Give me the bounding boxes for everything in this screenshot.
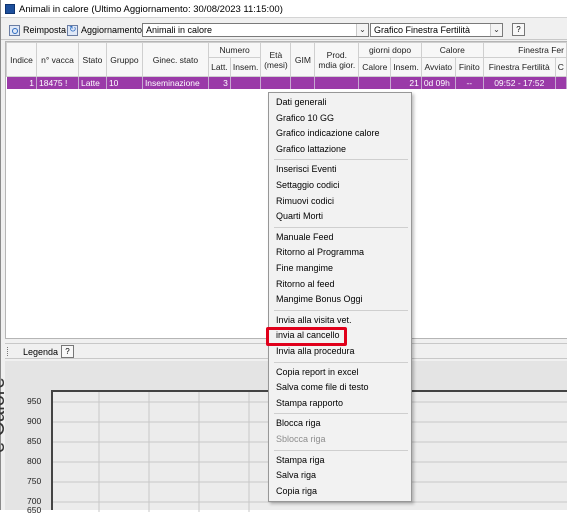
col-group-numero: Numero (207, 42, 262, 58)
toolbar: Reimposta Aggiornamento Animali in calor… (1, 20, 567, 40)
col-group-finestra: Finestra Fer (482, 42, 567, 58)
col-gruppo[interactable]: Gruppo (105, 42, 143, 77)
chart-select[interactable]: Grafico Finestra Fertilità ⌄ (370, 23, 503, 37)
col-insem[interactable]: Insem. (229, 56, 262, 78)
menu-separator (274, 226, 408, 228)
table-row[interactable]: 1 18475 ! Latte 10 Inseminazione 3 21 0d… (6, 76, 567, 89)
cell-eta (260, 76, 292, 89)
cell-insem (230, 76, 262, 89)
cell-latt: 3 (208, 76, 231, 89)
chart-select-value: Grafico Finestra Fertilità (374, 25, 471, 35)
cell-extra (555, 76, 567, 89)
menu-item-fine-mangime[interactable]: Fine mangime (269, 261, 411, 276)
cell-indice: 1 (6, 76, 37, 89)
col-calore[interactable]: Calore (358, 56, 392, 78)
cell-insem2: 21 (390, 76, 422, 89)
menu-item-settaggio-codici[interactable]: Settaggio codici (269, 178, 411, 193)
cell-gruppo: 10 (106, 76, 143, 89)
col-vacca[interactable]: n° vacca (35, 42, 79, 77)
cell-stato: Latte (78, 76, 107, 89)
col-prod[interactable]: Prod. mdia gior. (314, 42, 360, 77)
legend-label: Legenda (23, 347, 59, 357)
cell-vacca: 18475 ! (36, 76, 79, 89)
menu-item-salva-riga[interactable]: Salva riga (269, 468, 411, 483)
highlight-box (266, 327, 347, 346)
col-eta[interactable]: Età (mesi) (260, 42, 292, 77)
view-select-value: Animali in calore (146, 25, 213, 35)
menu-item-sblocca-riga: Sblocca riga (276, 434, 326, 444)
menu-item-grafico-10-gg[interactable]: Grafico 10 GG (269, 111, 411, 126)
col-finestra[interactable]: Finestra Fertilità (482, 56, 556, 78)
menu-item-grafico-lattazione[interactable]: Grafico lattazione (269, 142, 411, 157)
col-group-calore: Calore (420, 42, 484, 58)
menu-item-ritorno-al-programma[interactable]: Ritorno al Programma (269, 245, 411, 260)
menu-item-quarti-morti[interactable]: Quarti Morti (269, 209, 411, 224)
col-group-giorni-dopo: giorni dopo (358, 42, 422, 58)
app-icon (5, 4, 15, 14)
col-gim[interactable]: GIM (290, 42, 316, 77)
drag-handle-icon[interactable] (7, 347, 10, 356)
col-extra[interactable]: C (554, 56, 567, 78)
y-tick-label: 800 (27, 456, 42, 466)
menu-separator (274, 159, 408, 161)
y-tick-label: 850 (27, 436, 42, 446)
help-button[interactable]: ? (512, 23, 525, 36)
menu-separator (274, 361, 408, 363)
menu-item-manuale-feed[interactable]: Manuale Feed (269, 230, 411, 245)
menu-separator (274, 309, 408, 311)
context-menu: Dati generali Grafico 10 GG Grafico indica… (268, 92, 412, 502)
view-select[interactable]: Animali in calore ⌄ (142, 23, 369, 37)
menu-item-stampa-rapporto[interactable]: Stampa rapporto (269, 396, 411, 411)
reset-icon (9, 24, 20, 36)
animals-table: Indice n° vacca Stato Gruppo Ginec. stat… (6, 42, 567, 89)
y-tick-label: 750 (27, 476, 42, 486)
refresh-icon (67, 24, 78, 36)
cell-finito: -- (455, 76, 484, 89)
menu-item-salva-come-file-di-testo[interactable]: Salva come file di testo (269, 380, 411, 395)
reset-button[interactable]: Reimposta (9, 23, 66, 37)
menu-item-grafico-indicazione-calore[interactable]: Grafico indicazione calore (269, 126, 411, 141)
col-avviato[interactable]: Avviato (420, 56, 456, 78)
cell-finestra: 09:52 - 17:52 (483, 76, 556, 89)
col-latt[interactable]: Latt. (207, 56, 231, 78)
menu-item-stampa-riga[interactable]: Stampa riga (269, 453, 411, 468)
y-tick-label: 650 (27, 505, 42, 515)
menu-item-dati-generali[interactable]: Dati generali (269, 95, 411, 110)
title-bar: Animali in calore (Ultimo Aggiornamento:… (1, 0, 567, 18)
cell-prod (314, 76, 360, 89)
cell-gim (290, 76, 316, 89)
refresh-label: Aggiornamento (81, 25, 143, 35)
menu-separator (274, 413, 408, 415)
menu-item-rimuovi-codici[interactable]: Rimuovi codici (269, 194, 411, 209)
col-insem2[interactable]: Insem. (390, 56, 422, 78)
cell-avviato: 0d 09h (421, 76, 456, 89)
y-tick-label: 900 (27, 416, 42, 426)
menu-item-ritorno-al-feed[interactable]: Ritorno al feed (269, 277, 411, 292)
cell-calore (358, 76, 392, 89)
window-title: Animali in calore (Ultimo Aggiornamento:… (19, 4, 283, 15)
col-finito[interactable]: Finito (454, 56, 484, 78)
menu-item-invia-alla-procedura[interactable]: Invia alla procedura (269, 344, 411, 359)
chevron-down-icon: ⌄ (356, 24, 368, 36)
app-window: Animali in calore (Ultimo Aggiornamento:… (0, 0, 567, 515)
chevron-down-icon: ⌄ (490, 24, 502, 36)
menu-separator (274, 449, 408, 451)
col-ginec[interactable]: Ginec. stato (141, 42, 209, 77)
cell-ginec: Inseminazione (142, 76, 209, 89)
menu-item-blocca-riga[interactable]: Blocca riga (269, 416, 411, 431)
legend-help-button[interactable]: ? (61, 345, 74, 358)
menu-item-copia-report-in-excel[interactable]: Copia report in excel (269, 365, 411, 380)
col-indice[interactable]: Indice (6, 42, 37, 77)
y-tick-label: 950 (27, 396, 42, 406)
chart-y-axis-label: e Calore (0, 377, 9, 453)
col-stato[interactable]: Stato (77, 42, 107, 77)
refresh-button[interactable]: Aggiornamento (67, 23, 142, 37)
reset-label: Reimposta (23, 25, 67, 35)
menu-item-copia-riga[interactable]: Copia riga (269, 484, 411, 499)
menu-item-invia-alla-visita-vet[interactable]: Invia alla visita vet. (269, 313, 411, 328)
menu-item-inserisci-eventi[interactable]: Inserisci Eventi (269, 162, 411, 177)
menu-item-mangime-bonus-oggi[interactable]: Mangime Bonus Oggi (269, 292, 411, 307)
